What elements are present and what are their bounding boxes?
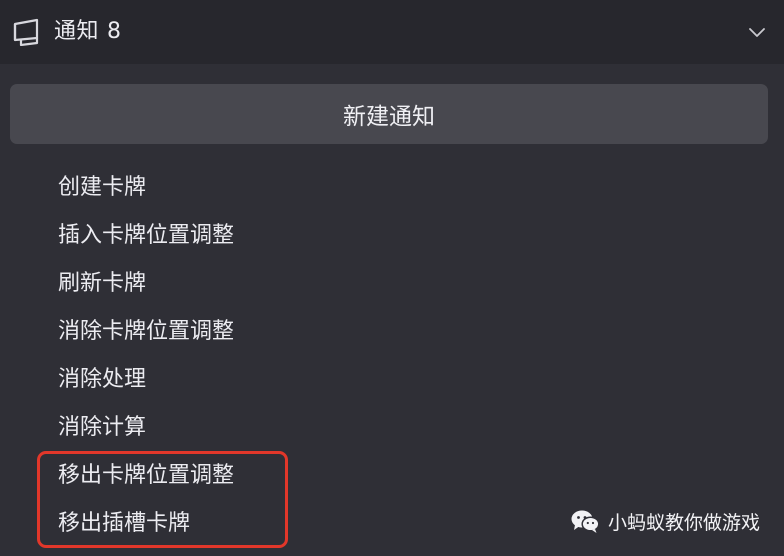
notification-item[interactable]: 消除计算 bbox=[58, 404, 234, 452]
notification-item[interactable]: 移出插槽卡牌 bbox=[58, 500, 234, 548]
watermark: 小蚂蚁教你做游戏 bbox=[570, 506, 760, 536]
section-title: 通知 8 bbox=[54, 16, 122, 48]
notification-item[interactable]: 消除处理 bbox=[58, 356, 234, 404]
wechat-icon bbox=[571, 510, 600, 533]
section-title-label: 通知 bbox=[54, 19, 100, 44]
notification-item[interactable]: 刷新卡牌 bbox=[58, 260, 234, 308]
notice-board-icon bbox=[12, 18, 42, 47]
notification-item[interactable]: 移出卡牌位置调整 bbox=[58, 452, 234, 500]
watermark-text: 小蚂蚁教你做游戏 bbox=[607, 511, 760, 534]
notification-item[interactable]: 插入卡牌位置调整 bbox=[58, 212, 234, 260]
notification-count: 8 bbox=[107, 19, 122, 44]
chevron-down-icon[interactable] bbox=[748, 23, 766, 41]
notification-item[interactable]: 消除卡牌位置调整 bbox=[58, 308, 234, 356]
notifications-header[interactable]: 通知 8 bbox=[0, 0, 784, 64]
new-notification-button[interactable]: 新建通知 bbox=[10, 84, 768, 144]
notification-list: 创建卡牌 插入卡牌位置调整 刷新卡牌 消除卡牌位置调整 消除处理 消除计算 移出… bbox=[58, 164, 234, 548]
notification-item[interactable]: 创建卡牌 bbox=[58, 164, 234, 212]
